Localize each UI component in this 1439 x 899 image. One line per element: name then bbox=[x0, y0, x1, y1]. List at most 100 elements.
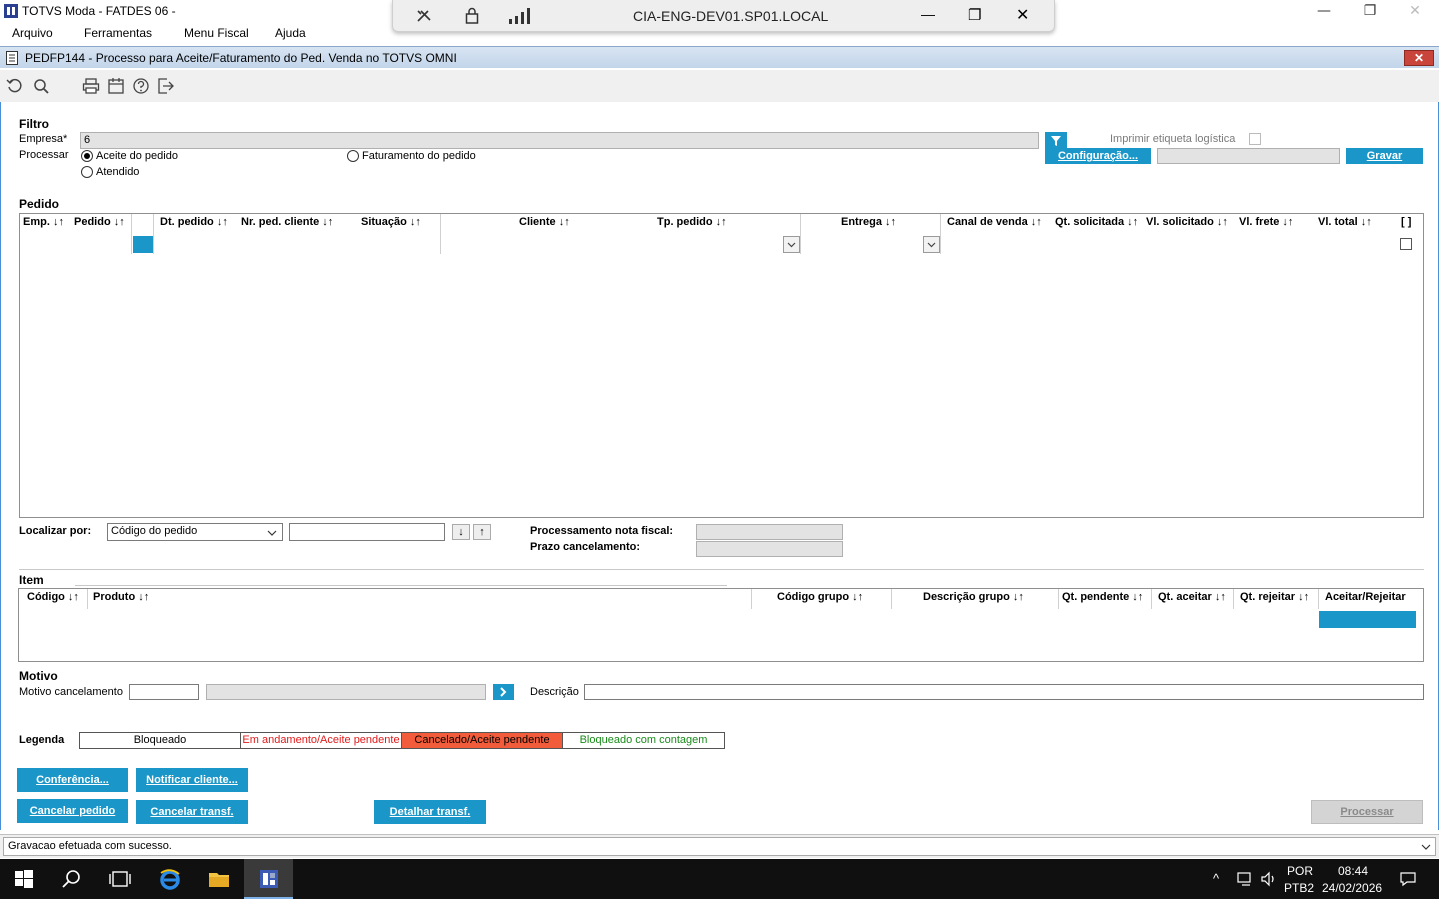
col-select-all[interactable]: [ ] bbox=[1401, 216, 1411, 228]
col-qt-aceitar[interactable]: Qt. aceitar ↓↑ bbox=[1158, 591, 1226, 603]
selected-cell[interactable] bbox=[133, 236, 153, 253]
legenda-label: Legenda bbox=[19, 734, 65, 746]
col-emp[interactable]: Emp. ↓↑ bbox=[23, 216, 64, 228]
processar-label: Processar bbox=[19, 149, 69, 161]
conferencia-button[interactable]: Conferência... bbox=[17, 768, 128, 792]
filter-button[interactable] bbox=[1045, 132, 1067, 149]
input-language[interactable]: POR bbox=[1287, 864, 1313, 878]
help-icon[interactable] bbox=[132, 77, 150, 95]
processar-button[interactable]: Processar bbox=[1311, 800, 1423, 824]
calendar-icon[interactable] bbox=[107, 77, 125, 95]
minimize-icon[interactable]: — bbox=[1301, 2, 1347, 22]
col-separator bbox=[440, 214, 441, 254]
sort-down-button[interactable]: ↓ bbox=[452, 524, 470, 540]
col-dt-pedido[interactable]: Dt. pedido ↓↑ bbox=[160, 216, 228, 228]
menu-ferramentas[interactable]: Ferramentas bbox=[84, 26, 152, 40]
gravar-button[interactable]: Gravar bbox=[1346, 148, 1423, 164]
pin-icon[interactable] bbox=[415, 8, 433, 24]
item-grid[interactable]: Código ↓↑ Produto ↓↑ Código grupo ↓↑ Des… bbox=[18, 588, 1424, 662]
col-separator bbox=[1058, 589, 1059, 609]
tp-pedido-dropdown[interactable] bbox=[783, 236, 800, 253]
search-icon[interactable] bbox=[60, 867, 84, 891]
prazo-field bbox=[696, 541, 843, 557]
notifications-icon[interactable] bbox=[1399, 871, 1417, 887]
motivo-lookup-button[interactable] bbox=[493, 684, 514, 700]
radio-atendido[interactable] bbox=[81, 166, 93, 178]
exit-icon[interactable] bbox=[157, 77, 175, 95]
undo-icon[interactable] bbox=[6, 77, 24, 95]
search-icon[interactable] bbox=[32, 77, 50, 95]
radio-faturamento[interactable] bbox=[347, 150, 359, 162]
task-view-icon[interactable] bbox=[108, 867, 132, 891]
detalhar-transf-button[interactable]: Detalhar transf. bbox=[374, 800, 486, 824]
col-tp-pedido[interactable]: Tp. pedido ↓↑ bbox=[657, 216, 727, 228]
col-qt-rejeitar[interactable]: Qt. rejeitar ↓↑ bbox=[1240, 591, 1309, 603]
rdp-minimize-icon[interactable]: — bbox=[921, 6, 935, 22]
filter-icon bbox=[1051, 136, 1061, 146]
radio-aceite[interactable] bbox=[81, 150, 93, 162]
clock-date[interactable]: 24/02/2026 bbox=[1322, 881, 1382, 895]
localizar-label: Localizar por: bbox=[19, 525, 92, 537]
localizar-select[interactable]: Código do pedido bbox=[107, 523, 283, 541]
col-aceitar-rejeitar[interactable]: Aceitar/Rejeitar bbox=[1325, 591, 1406, 603]
col-qt-solicitada[interactable]: Qt. solicitada ↓↑ bbox=[1055, 216, 1138, 228]
lock-icon bbox=[465, 7, 479, 24]
totvs-taskbar-button[interactable] bbox=[244, 859, 293, 899]
cancelar-pedido-button[interactable]: Cancelar pedido bbox=[17, 799, 128, 823]
descricao-field[interactable] bbox=[584, 684, 1424, 700]
col-vl-frete[interactable]: Vl. frete ↓↑ bbox=[1239, 216, 1293, 228]
menu-ajuda[interactable]: Ajuda bbox=[275, 26, 306, 40]
rdp-close-icon[interactable]: ✕ bbox=[1016, 5, 1029, 24]
notificar-cliente-button[interactable]: Notificar cliente... bbox=[136, 768, 248, 792]
col-vl-total[interactable]: Vl. total ↓↑ bbox=[1318, 216, 1372, 228]
col-descricao-grupo[interactable]: Descrição grupo ↓↑ bbox=[923, 591, 1024, 603]
empresa-field[interactable]: 6 bbox=[80, 132, 1039, 149]
prazo-label: Prazo cancelamento: bbox=[530, 541, 641, 553]
cancelar-transf-button[interactable]: Cancelar transf. bbox=[136, 800, 248, 824]
col-vl-solicitado[interactable]: Vl. solicitado ↓↑ bbox=[1146, 216, 1228, 228]
localizar-input[interactable] bbox=[289, 523, 445, 541]
col-situacao[interactable]: Situação ↓↑ bbox=[361, 216, 421, 228]
sort-up-button[interactable]: ↑ bbox=[473, 524, 491, 540]
internet-explorer-icon[interactable] bbox=[158, 867, 182, 891]
rdp-restore-icon[interactable]: ❐ bbox=[968, 6, 981, 24]
input-keyboard[interactable]: PTB2 bbox=[1284, 881, 1314, 895]
status-bar: Gravacao efetuada com sucesso. bbox=[0, 834, 1439, 858]
chevron-down-icon bbox=[927, 242, 936, 248]
motivo-code-field[interactable] bbox=[129, 684, 199, 700]
file-explorer-icon[interactable] bbox=[207, 867, 231, 891]
radio-atendido-label: Atendido bbox=[96, 166, 140, 178]
windows-start-icon[interactable] bbox=[12, 867, 36, 891]
col-qt-pendente[interactable]: Qt. pendente ↓↑ bbox=[1062, 591, 1143, 603]
entrega-dropdown[interactable] bbox=[923, 236, 940, 253]
print-icon[interactable] bbox=[82, 77, 100, 95]
imprimir-etiqueta-label: Imprimir etiqueta logística bbox=[1110, 133, 1236, 145]
legend-bloqueado-contagem: Bloqueado com contagem bbox=[562, 732, 725, 749]
configuracao-button[interactable]: Configuração... bbox=[1045, 148, 1151, 164]
close-icon[interactable]: ✕ bbox=[1392, 2, 1438, 22]
aceitar-rejeitar-cell[interactable] bbox=[1319, 611, 1416, 628]
col-pedido[interactable]: Pedido ↓↑ bbox=[74, 216, 125, 228]
form-caption-bar: PEDFP144 - Processo para Aceite/Faturame… bbox=[0, 46, 1439, 68]
pedido-grid[interactable]: Emp. ↓↑ Pedido ↓↑ Dt. pedido ↓↑ Nr. ped.… bbox=[19, 213, 1424, 518]
col-cliente[interactable]: Cliente ↓↑ bbox=[519, 216, 570, 228]
imprimir-etiqueta-checkbox[interactable] bbox=[1249, 133, 1261, 145]
menu-arquivo[interactable]: Arquivo bbox=[12, 26, 53, 40]
tray-chevron-up-icon[interactable]: ^ bbox=[1213, 871, 1219, 886]
row-checkbox[interactable] bbox=[1400, 238, 1412, 250]
chevron-down-icon[interactable] bbox=[1420, 842, 1432, 852]
pedido-section-title: Pedido bbox=[19, 197, 60, 211]
col-canal-venda[interactable]: Canal de venda ↓↑ bbox=[947, 216, 1042, 228]
network-icon[interactable] bbox=[1237, 871, 1255, 887]
form-close-button[interactable]: ✕ bbox=[1404, 50, 1434, 66]
totvs-app-icon bbox=[4, 4, 18, 18]
menu-fiscal[interactable]: Menu Fiscal bbox=[184, 26, 249, 40]
clock-time[interactable]: 08:44 bbox=[1338, 864, 1368, 878]
volume-icon[interactable] bbox=[1260, 871, 1278, 887]
col-codigo[interactable]: Código ↓↑ bbox=[27, 591, 79, 603]
col-codigo-grupo[interactable]: Código grupo ↓↑ bbox=[777, 591, 863, 603]
col-produto[interactable]: Produto ↓↑ bbox=[93, 591, 149, 603]
restore-icon[interactable]: ❐ bbox=[1347, 2, 1393, 22]
col-entrega[interactable]: Entrega ↓↑ bbox=[841, 216, 896, 228]
col-nr-ped-cliente[interactable]: Nr. ped. cliente ↓↑ bbox=[241, 216, 333, 228]
